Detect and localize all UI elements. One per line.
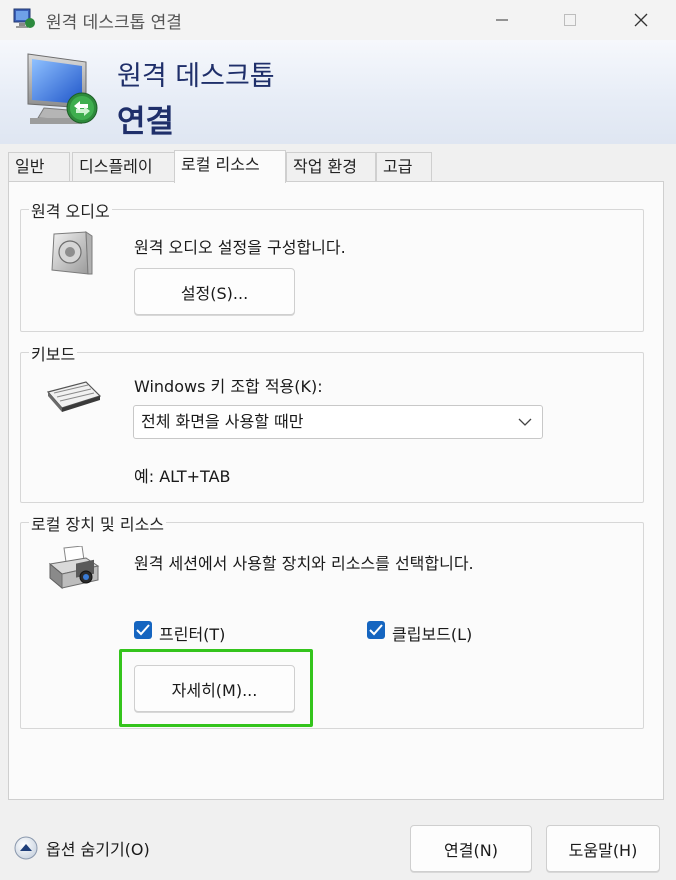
tab-advanced[interactable]: 고급 bbox=[376, 152, 432, 182]
printer-icon bbox=[48, 546, 100, 590]
remote-desktop-monitor-icon bbox=[27, 53, 98, 124]
speaker-icon bbox=[51, 231, 93, 275]
maximize-icon bbox=[564, 14, 576, 26]
window-title: 원격 데스크톱 연결 bbox=[46, 13, 182, 33]
keyboard-icon bbox=[46, 381, 102, 412]
clipboard-checkbox-label[interactable]: 클립보드(L) bbox=[392, 621, 472, 645]
windows-key-select-value: 전체 화면을 사용할 때만 bbox=[141, 412, 304, 431]
chevron-down-icon bbox=[518, 418, 532, 426]
checkmark-icon bbox=[136, 624, 150, 636]
keyboard-group-title: 키보드 bbox=[29, 341, 78, 365]
printer-checkbox-label[interactable]: 프린터(T) bbox=[159, 621, 225, 645]
chevron-up-circle-icon bbox=[14, 836, 38, 860]
hide-options-label: 옵션 숨기기(O) bbox=[46, 840, 150, 859]
minimize-icon bbox=[496, 19, 508, 21]
focus-highlight bbox=[119, 649, 313, 727]
banner-title-line1: 원격 데스크톱 bbox=[117, 61, 275, 92]
local-devices-description: 원격 세션에서 사용할 장치와 리소스를 선택합니다. bbox=[134, 554, 474, 573]
windows-key-label: Windows 키 조합 적용(K): bbox=[134, 377, 323, 396]
tab-general[interactable]: 일반 bbox=[8, 152, 70, 182]
remote-audio-group: 원격 오디오 bbox=[20, 198, 644, 332]
key-example-text: 예: ALT+TAB bbox=[134, 467, 231, 486]
tab-local-resources[interactable]: 로컬 리소스 bbox=[174, 150, 286, 183]
local-devices-group-title: 로컬 장치 및 리소스 bbox=[29, 511, 167, 535]
tab-experience[interactable]: 작업 환경 bbox=[286, 152, 376, 182]
clipboard-checkbox[interactable] bbox=[367, 621, 385, 639]
printer-checkbox[interactable] bbox=[134, 621, 152, 639]
close-button[interactable] bbox=[613, 0, 669, 40]
remote-audio-description: 원격 오디오 설정을 구성합니다. bbox=[134, 238, 346, 257]
maximize-button bbox=[542, 0, 598, 40]
header-banner: 원격 데스크톱 연결 bbox=[0, 40, 676, 144]
minimize-button[interactable] bbox=[474, 0, 530, 40]
tab-display[interactable]: 디스플레이 bbox=[72, 152, 176, 182]
connect-button[interactable]: 연결(N) bbox=[410, 825, 532, 872]
hide-options-toggle[interactable]: 옵션 숨기기(O) bbox=[14, 836, 150, 860]
remote-audio-group-title: 원격 오디오 bbox=[29, 198, 112, 222]
close-icon bbox=[634, 13, 648, 27]
banner-title-line2: 연결 bbox=[117, 104, 175, 140]
help-button[interactable]: 도움말(H) bbox=[546, 825, 660, 872]
remote-desktop-app-icon bbox=[13, 8, 35, 28]
title-bar: 원격 데스크톱 연결 bbox=[0, 0, 676, 40]
windows-key-select[interactable]: 전체 화면을 사용할 때만 bbox=[133, 405, 543, 439]
checkmark-icon bbox=[369, 624, 383, 636]
audio-settings-button[interactable]: 설정(S)... bbox=[134, 268, 295, 315]
